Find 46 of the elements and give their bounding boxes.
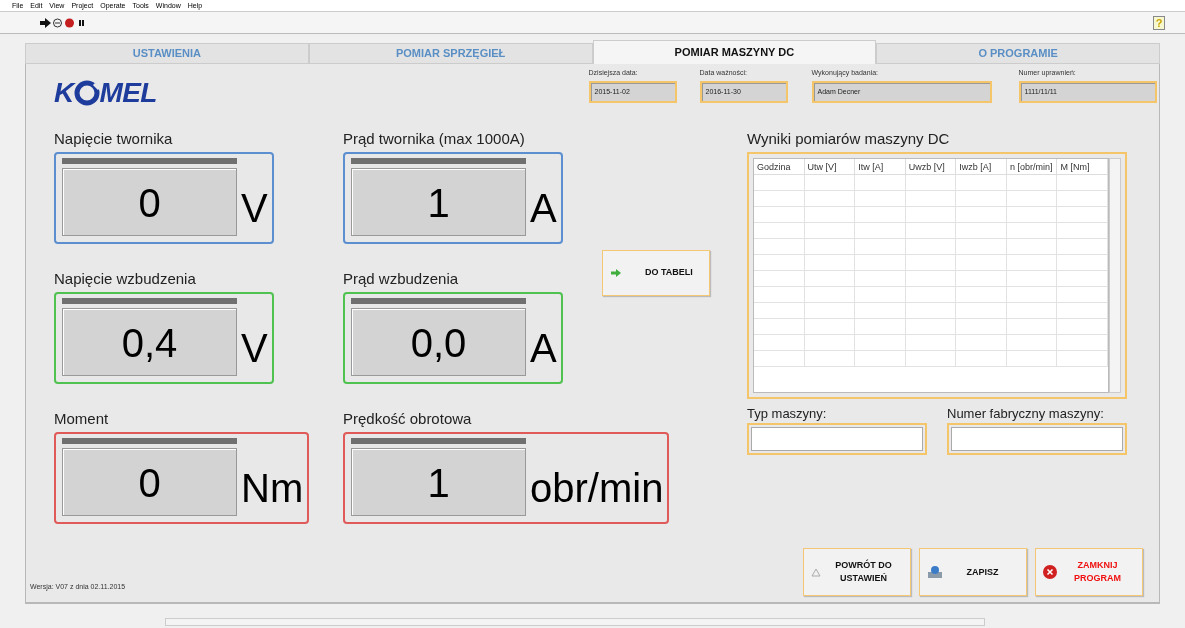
meter-unit: A	[530, 185, 557, 232]
column-header: Uwzb [V]	[905, 159, 957, 174]
meter-label: Moment	[54, 409, 109, 429]
meter-label: Napięcie wzbudzenia	[54, 269, 196, 289]
meter-value: 0,0	[351, 308, 526, 376]
meter-label: Prąd twornika (max 1000A)	[343, 129, 525, 149]
text-field[interactable]	[747, 423, 927, 455]
meter-value: 1	[351, 168, 526, 236]
tab[interactable]: POMIAR MASZYNY DC	[592, 40, 877, 64]
meter-unit: V	[241, 325, 268, 372]
text-field[interactable]	[947, 423, 1127, 455]
action-button[interactable]: ZAMKNIJ PROGRAM	[1035, 548, 1143, 596]
logo: K MEL	[54, 78, 157, 108]
tray-icon	[927, 565, 943, 579]
meter-label: Prędkość obrotowa	[343, 409, 472, 429]
field-label: Typ maszyny:	[747, 405, 828, 423]
field-label: Numer fabryczny maszyny:	[947, 405, 1105, 423]
triangle-icon	[811, 567, 821, 577]
meter-label: Prąd wzbudzenia	[343, 269, 459, 289]
meter-value: 0,4	[62, 308, 237, 376]
close-icon	[1043, 565, 1057, 579]
column-header: Itw [A]	[855, 159, 906, 174]
meter-value: 0	[62, 168, 237, 236]
run-loop-icon[interactable]	[52, 17, 63, 28]
meter-unit: V	[241, 185, 268, 232]
scrollbar[interactable]	[1109, 158, 1121, 393]
column-header: Godzina	[754, 159, 805, 174]
stop-icon[interactable]	[64, 17, 75, 28]
results-title: Wyniki pomiarów maszyny DC	[747, 129, 951, 149]
column-header: n [obr/min]	[1006, 159, 1058, 174]
action-button[interactable]: ZAPISZ	[919, 548, 1027, 596]
arrow-right-icon	[611, 269, 621, 277]
column-header: Iwzb [A]	[956, 159, 1007, 174]
meter-unit: A	[530, 325, 557, 372]
column-header: M [Nm]	[1057, 159, 1108, 174]
action-button[interactable]: POWRÓT DO USTAWIEŃ	[803, 548, 911, 596]
scrollbar[interactable]	[165, 618, 985, 626]
do-tabeli-button[interactable]: DO TABELI	[602, 250, 710, 296]
meter-value: 0	[62, 448, 237, 516]
meter-value: 1	[351, 448, 526, 516]
meter-unit: obr/min	[530, 465, 664, 512]
column-header: Utw [V]	[804, 159, 856, 174]
pause-icon[interactable]	[76, 17, 87, 28]
meter-unit: Nm	[241, 465, 304, 512]
meter-label: Napięcie twornika	[54, 129, 173, 149]
run-arrow-icon[interactable]	[40, 17, 51, 28]
